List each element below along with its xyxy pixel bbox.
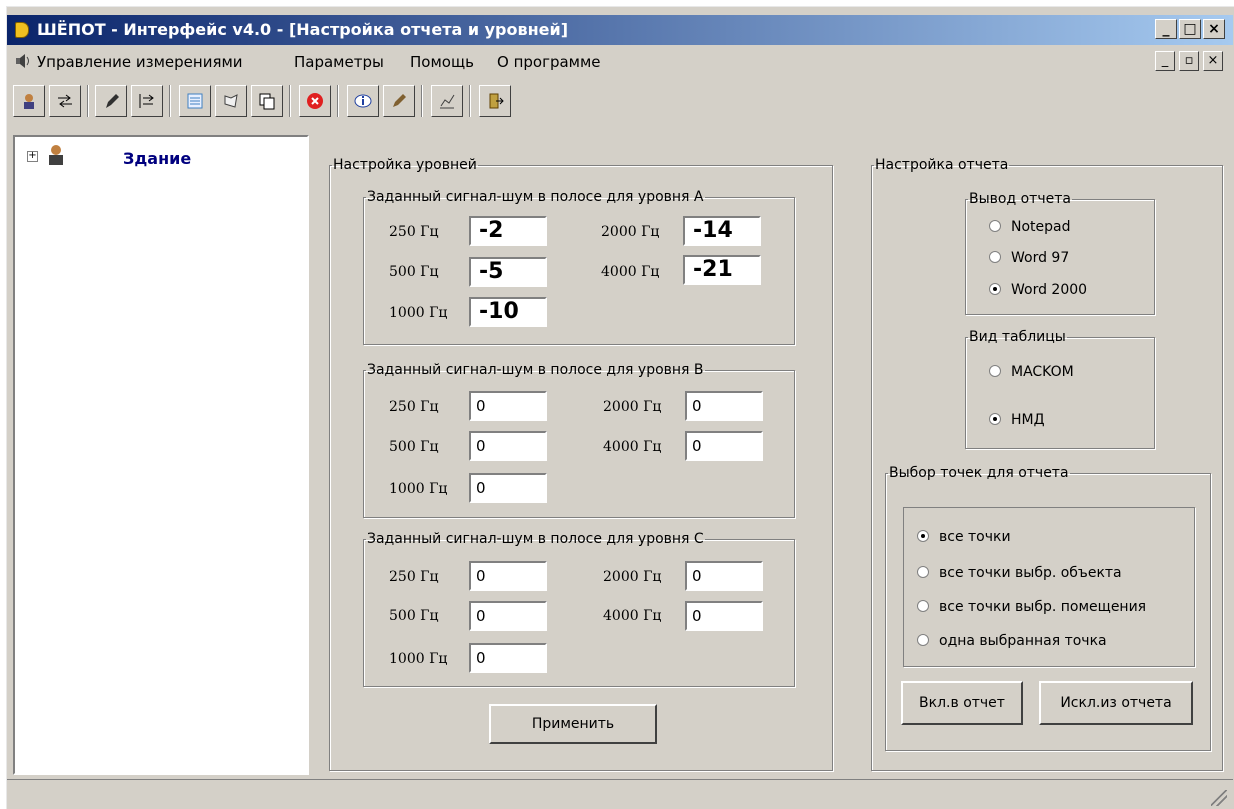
points-radio-room[interactable]: все точки выбр. помещения — [917, 599, 1146, 615]
level-a-2000-input[interactable]: -14 — [683, 216, 761, 246]
level-a-1000-input[interactable]: -10 — [469, 297, 547, 327]
arrow-out-icon[interactable] — [131, 85, 163, 117]
pen-icon[interactable] — [95, 85, 127, 117]
exclude-from-report-button[interactable]: Искл.из отчета — [1039, 681, 1193, 725]
pen-paper-icon[interactable] — [215, 85, 247, 117]
freq-2000-label: 2000 Гц — [601, 224, 660, 240]
table-radio-nmd[interactable]: НМД — [989, 412, 1045, 428]
app-window: ШЁПОТ - Интерфейс v4.0 - [Настройка отче… — [6, 6, 1234, 809]
mdi-restore-button[interactable]: ▫ — [1179, 51, 1199, 71]
apply-button[interactable]: Применить — [489, 704, 657, 744]
points-radio-all[interactable]: все точки — [917, 529, 1011, 545]
mdi-minimize-button[interactable]: _ — [1155, 51, 1175, 71]
person-icon[interactable] — [13, 85, 45, 117]
level-a-legend: Заданный сигнал-шум в полосе для уровня … — [367, 189, 704, 205]
level-c-250-input[interactable]: 0 — [469, 561, 547, 591]
menu-about[interactable]: О программе — [497, 53, 601, 71]
level-a-500-input[interactable]: -5 — [469, 257, 547, 287]
level-a-4000-input[interactable]: -21 — [683, 255, 761, 285]
report-title: Настройка отчета — [875, 157, 1009, 173]
building-icon — [49, 145, 63, 165]
freq-250-label: 250 Гц — [389, 399, 439, 415]
freq-250-label: 250 Гц — [389, 224, 439, 240]
level-c-1000-input[interactable]: 0 — [469, 643, 547, 673]
freq-1000-label: 1000 Гц — [389, 651, 448, 667]
exit-icon[interactable] — [479, 85, 511, 117]
freq-1000-label: 1000 Гц — [389, 481, 448, 497]
output-radio-word97[interactable]: Word 97 — [989, 250, 1069, 266]
freq-1000-label: 1000 Гц — [389, 305, 448, 321]
expand-icon[interactable]: + — [27, 151, 38, 162]
freq-500-label: 500 Гц — [389, 439, 439, 455]
title-bar: ШЁПОТ - Интерфейс v4.0 - [Настройка отче… — [7, 15, 1233, 45]
resize-grip-icon[interactable] — [1211, 790, 1227, 806]
table-legend: Вид таблицы — [969, 329, 1066, 345]
freq-4000-label: 4000 Гц — [601, 264, 660, 280]
table-group: Вид таблицы — [965, 329, 1155, 449]
level-b-legend: Заданный сигнал-шум в полосе для уровня … — [367, 362, 704, 378]
freq-4000-label: 4000 Гц — [603, 608, 662, 624]
table-radio-mackom[interactable]: MACKOM — [989, 364, 1074, 380]
level-b-500-input[interactable]: 0 — [469, 431, 547, 461]
freq-4000-label: 4000 Гц — [603, 439, 662, 455]
menu-help[interactable]: Помощь — [410, 53, 474, 71]
points-radio-object[interactable]: все точки выбр. объекта — [917, 565, 1122, 581]
toolbar — [7, 77, 1233, 129]
level-c-legend: Заданный сигнал-шум в полосе для уровня … — [367, 531, 704, 547]
freq-500-label: 500 Гц — [389, 264, 439, 280]
minimize-button[interactable]: _ — [1155, 19, 1177, 39]
output-legend: Вывод отчета — [969, 191, 1071, 207]
close-button[interactable]: × — [1203, 19, 1225, 39]
level-b-4000-input[interactable]: 0 — [685, 431, 763, 461]
output-radio-notepad[interactable]: Notepad — [989, 219, 1071, 235]
speaker-icon — [15, 22, 29, 38]
freq-250-label: 250 Гц — [389, 569, 439, 585]
level-a-250-input[interactable]: -2 — [469, 216, 547, 246]
levels-title: Настройка уровней — [333, 157, 477, 173]
level-b-2000-input[interactable]: 0 — [685, 391, 763, 421]
arrow-in-icon[interactable] — [49, 85, 81, 117]
stop-icon[interactable] — [299, 85, 331, 117]
maximize-button[interactable]: □ — [1179, 19, 1201, 39]
list-icon[interactable] — [179, 85, 211, 117]
freq-2000-label: 2000 Гц — [603, 569, 662, 585]
menu-measurements[interactable]: Управление измерениями — [37, 53, 243, 71]
menu-parameters[interactable]: Параметры — [294, 53, 384, 71]
points-radio-single[interactable]: одна выбранная точка — [917, 633, 1107, 649]
level-b-1000-input[interactable]: 0 — [469, 473, 547, 503]
level-c-4000-input[interactable]: 0 — [685, 601, 763, 631]
window-title: ШЁПОТ - Интерфейс v4.0 - [Настройка отче… — [37, 20, 569, 39]
level-c-500-input[interactable]: 0 — [469, 601, 547, 631]
speaker-icon — [16, 54, 29, 68]
chart-icon[interactable] — [431, 85, 463, 117]
points-legend: Выбор точек для отчета — [889, 465, 1069, 481]
include-in-report-button[interactable]: Вкл.в отчет — [901, 681, 1023, 725]
freq-500-label: 500 Гц — [389, 608, 439, 624]
menu-bar: Управление измерениями Параметры Помощь … — [7, 47, 1233, 75]
tree-item-building[interactable]: Здание — [123, 149, 191, 168]
pen-edit-icon[interactable] — [383, 85, 415, 117]
freq-2000-label: 2000 Гц — [603, 399, 662, 415]
building-tree[interactable]: + Здание — [13, 135, 309, 775]
level-c-2000-input[interactable]: 0 — [685, 561, 763, 591]
mdi-close-button[interactable]: × — [1203, 51, 1223, 71]
level-b-250-input[interactable]: 0 — [469, 391, 547, 421]
output-radio-word2000[interactable]: Word 2000 — [989, 282, 1087, 298]
info-icon[interactable] — [347, 85, 379, 117]
copy-icon[interactable] — [251, 85, 283, 117]
status-bar — [7, 779, 1233, 809]
